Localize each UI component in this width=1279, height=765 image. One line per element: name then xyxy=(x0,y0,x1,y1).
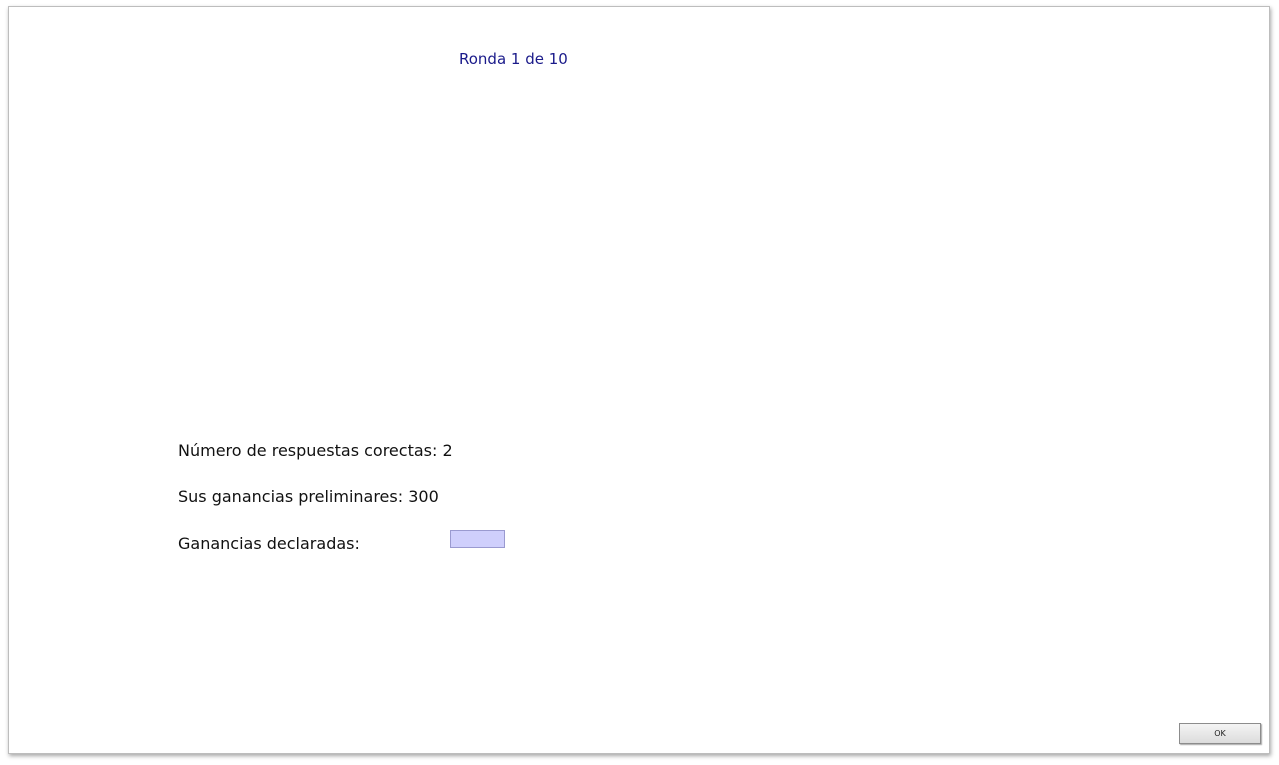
declared-earnings-label: Ganancias declaradas: xyxy=(178,534,360,553)
ok-button[interactable]: OK xyxy=(1179,723,1261,744)
round-indicator: Ronda 1 de 10 xyxy=(459,50,568,68)
experiment-window: Ronda 1 de 10 Número de respuestas corec… xyxy=(8,6,1270,754)
preliminary-earnings-text: Sus ganancias preliminares: 300 xyxy=(178,487,439,506)
declared-earnings-input[interactable] xyxy=(450,530,505,548)
correct-answers-text: Número de respuestas corectas: 2 xyxy=(178,441,453,460)
